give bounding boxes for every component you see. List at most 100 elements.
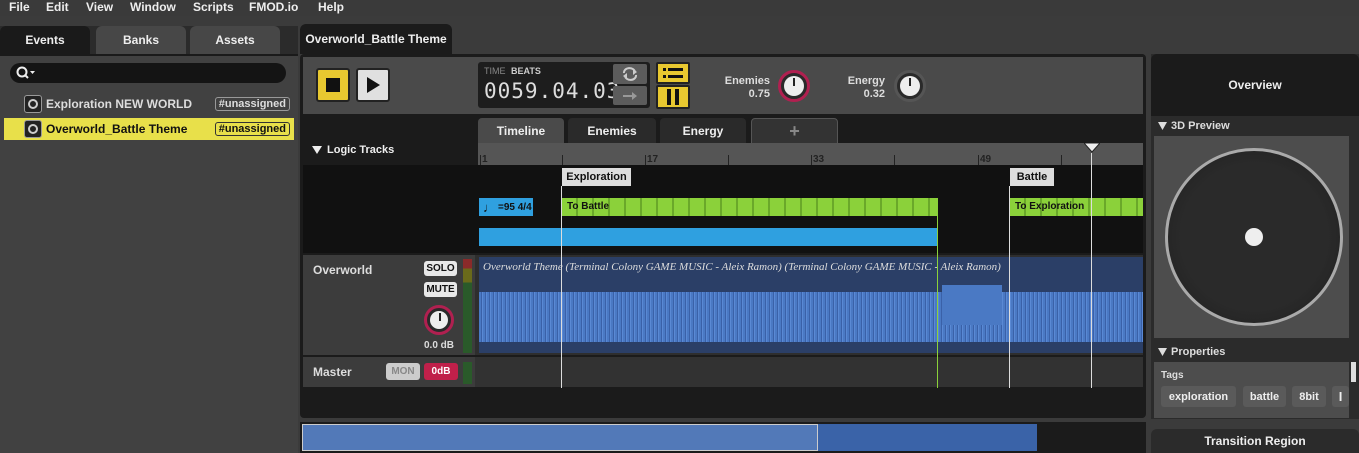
search-icon — [16, 66, 35, 79]
monitor-button[interactable]: MON — [386, 363, 420, 380]
playhead-icon[interactable] — [1084, 143, 1100, 153]
transition-to-battle[interactable]: To Battle — [562, 198, 938, 216]
document-tab[interactable]: Overworld_Battle Theme — [300, 24, 452, 54]
tags-label: Tags — [1161, 370, 1184, 381]
note-icon: ♩ — [483, 199, 496, 215]
tab-assets[interactable]: Assets — [190, 26, 280, 54]
region-end-line — [937, 216, 938, 388]
overview-viewport[interactable] — [302, 424, 818, 451]
tab-events[interactable]: Events — [0, 26, 90, 54]
menu-file[interactable]: File — [9, 0, 30, 14]
tab-underline — [0, 54, 298, 56]
menu-scripts[interactable]: Scripts — [193, 0, 234, 14]
transition-region-header: Transition Region — [1151, 429, 1359, 453]
tempo-marker[interactable]: ♩ =95 4/4 — [479, 198, 533, 216]
beats-label[interactable]: BEATS — [511, 66, 541, 76]
transition-label: To Exploration — [1015, 201, 1085, 212]
menu-fmodio[interactable]: FMOD.io — [249, 0, 298, 14]
tab-energy[interactable]: Energy — [660, 118, 746, 144]
properties-section-header[interactable]: Properties — [1158, 346, 1225, 358]
overview-header: Overview — [1151, 54, 1359, 116]
loop-icon — [623, 67, 637, 81]
play-button[interactable] — [356, 68, 390, 102]
add-tag-button[interactable]: I — [1332, 386, 1349, 407]
tag-exploration[interactable]: exploration — [1161, 386, 1236, 407]
add-parameter-tab[interactable]: + — [751, 118, 838, 144]
event-name: Exploration NEW WORLD — [46, 97, 192, 111]
event-icon — [24, 120, 42, 138]
timeline-ruler[interactable]: 1 17 33 49 — [478, 143, 1143, 165]
param-enemies-knob[interactable] — [778, 70, 810, 102]
follow-button[interactable] — [613, 86, 647, 105]
transition-to-exploration[interactable]: To Exploration — [1010, 198, 1143, 216]
track-meter — [463, 259, 472, 353]
waveform — [479, 292, 1143, 342]
event-item-exploration[interactable]: Exploration NEW WORLD #unassigned — [4, 93, 294, 115]
logic-tracks-label: Logic Tracks — [327, 144, 395, 156]
master-db-button[interactable]: 0dB — [424, 363, 458, 380]
solo-button[interactable]: SOLO — [424, 261, 457, 276]
properties-title: Properties — [1171, 346, 1226, 358]
time-value: 0059.04.03 — [484, 79, 621, 103]
event-icon — [24, 95, 42, 113]
overview-title: Overview — [1228, 78, 1282, 92]
loop-region[interactable] — [479, 228, 937, 246]
playhead-line — [1091, 153, 1092, 388]
text-cursor-icon: I — [1338, 389, 1343, 404]
param-energy-knob[interactable] — [894, 70, 926, 102]
track-volume-knob[interactable] — [424, 305, 454, 335]
tab-enemies[interactable]: Enemies — [568, 118, 656, 144]
waveform-section — [942, 285, 1002, 325]
track-volume-value: 0.0 dB — [424, 340, 455, 351]
mute-button[interactable]: MUTE — [424, 282, 457, 297]
follow-icon — [623, 91, 637, 100]
marker-line — [1009, 186, 1010, 388]
pause-button[interactable] — [656, 85, 690, 109]
menu-help[interactable]: Help — [318, 0, 344, 14]
search-input[interactable] — [10, 63, 286, 83]
audio-clip[interactable]: Overworld Theme (Terminal Colony GAME MU… — [479, 257, 1143, 353]
marker-exploration[interactable]: Exploration — [562, 168, 631, 186]
ruler-mark-49: 49 — [980, 154, 992, 165]
tempo-label: =95 4/4 — [498, 201, 532, 213]
listener-icon[interactable] — [1245, 228, 1263, 246]
scrollbar-thumb[interactable] — [1351, 362, 1356, 382]
stop-icon — [326, 78, 340, 92]
menu-bar: File Edit View Window Scripts FMOD.io He… — [0, 0, 1359, 16]
param-energy-label: Energy — [847, 75, 885, 87]
event-tag: #unassigned — [214, 122, 290, 136]
ruler-mark-17: 17 — [647, 154, 659, 165]
overview-strip[interactable] — [300, 422, 1146, 453]
time-label: TIME — [484, 66, 506, 76]
play-icon — [367, 77, 380, 93]
menu-window[interactable]: Window — [130, 0, 176, 14]
param-enemies-label: Enemies — [724, 75, 770, 87]
param-energy-value: 0.32 — [863, 88, 885, 100]
ruler-mark-33: 33 — [813, 154, 825, 165]
track-name: Overworld — [313, 263, 373, 277]
3d-preview-sphere[interactable] — [1165, 148, 1343, 326]
tab-banks[interactable]: Banks — [96, 26, 186, 54]
event-tag: #unassigned — [214, 97, 290, 111]
loop-button[interactable] — [613, 64, 647, 84]
stop-button[interactable] — [316, 68, 350, 102]
tag-8bit[interactable]: 8bit — [1292, 386, 1326, 407]
tag-battle[interactable]: battle — [1243, 386, 1286, 407]
tab-timeline[interactable]: Timeline — [478, 118, 564, 144]
list-icon — [663, 68, 683, 78]
pause-icon — [667, 89, 679, 105]
menu-view[interactable]: View — [86, 0, 113, 14]
master-meter — [463, 362, 472, 384]
playlist-button[interactable] — [656, 62, 690, 84]
menu-edit[interactable]: Edit — [46, 0, 69, 14]
preview-section-header[interactable]: 3D Preview — [1158, 120, 1230, 132]
transition-label: To Battle — [567, 201, 610, 212]
master-name: Master — [313, 365, 352, 379]
triangle-down-icon — [312, 146, 322, 154]
event-name: Overworld_Battle Theme — [46, 122, 188, 136]
marker-battle[interactable]: Battle — [1010, 168, 1054, 186]
logic-tracks-header[interactable]: Logic Tracks — [312, 144, 394, 156]
event-item-overworld-battle[interactable]: Overworld_Battle Theme #unassigned — [4, 118, 294, 140]
marker-line — [561, 186, 562, 388]
triangle-down-icon — [1158, 348, 1167, 356]
